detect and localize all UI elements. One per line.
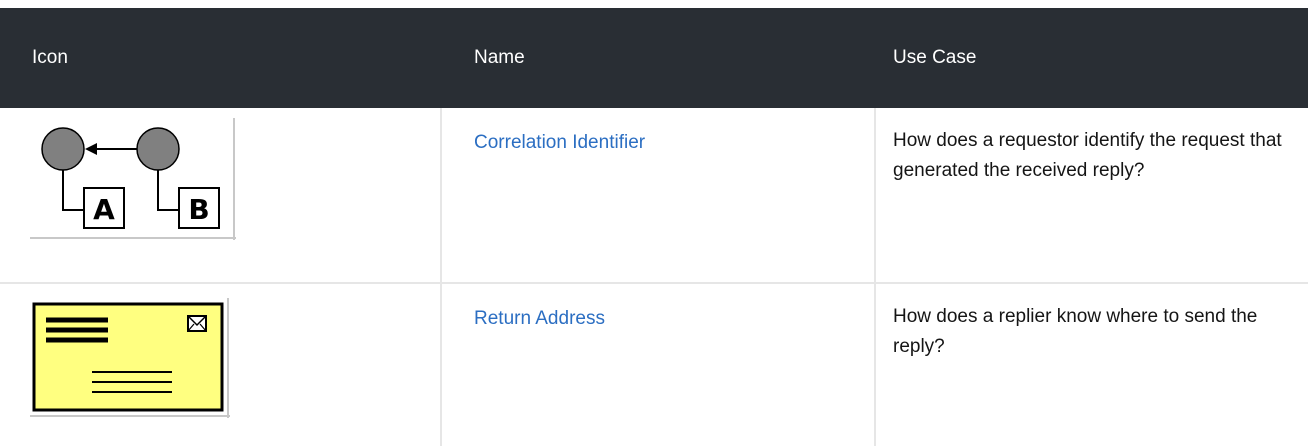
- return-address-link[interactable]: Return Address: [474, 308, 605, 330]
- correlation-identifier-link[interactable]: Correlation Identifier: [474, 132, 645, 154]
- header-name-column: Name: [474, 47, 525, 68]
- patterns-table: Icon Name Use Case A B Correlation Ident…: [0, 8, 1308, 446]
- header-use-case-column: Use Case: [893, 47, 977, 68]
- header-icon-column: Icon: [32, 47, 68, 68]
- table-row: A B Correlation Identifier How does a re…: [0, 108, 1308, 284]
- correlation-identifier-use-case: How does a requestor identify the reques…: [893, 130, 1282, 181]
- correlation-identifier-icon: A B: [30, 118, 236, 240]
- return-address-use-case: How does a replier know where to send th…: [893, 306, 1258, 357]
- return-address-icon: [30, 298, 230, 418]
- icon-letter-a: A: [93, 193, 115, 226]
- table-header: Icon Name Use Case: [0, 8, 1308, 108]
- icon-letter-b: B: [188, 193, 209, 226]
- table-row: Return Address How does a replier know w…: [0, 284, 1308, 446]
